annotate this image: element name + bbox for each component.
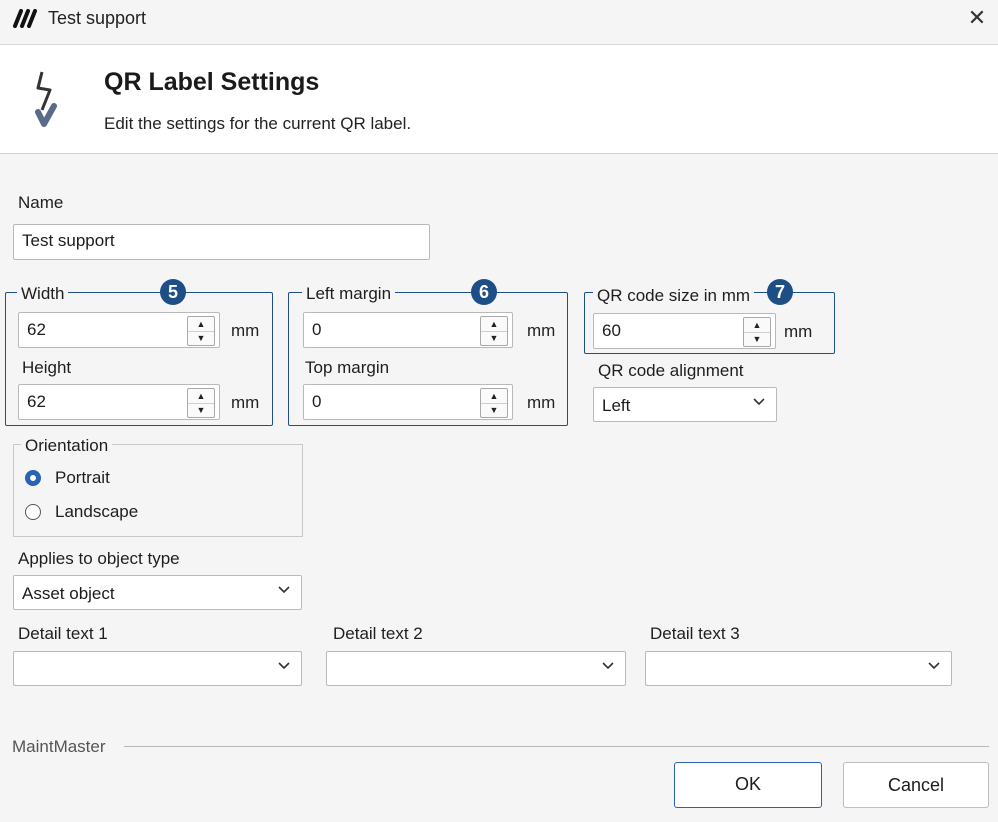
qr-size-label: QR code size in mm xyxy=(593,286,755,306)
object-type-label: Applies to object type xyxy=(18,549,180,568)
qr-alignment-label: QR code alignment xyxy=(598,361,744,380)
spin-down-icon[interactable]: ▼ xyxy=(188,331,214,345)
dialog-header xyxy=(0,45,998,154)
name-label: Name xyxy=(18,193,64,212)
height-value: 62 xyxy=(27,392,46,411)
left-margin-unit: mm xyxy=(527,321,556,340)
chevron-down-icon xyxy=(928,662,940,670)
callout-badge-7: 7 xyxy=(767,279,793,305)
qr-alignment-value: Left xyxy=(602,396,631,415)
width-stepper[interactable]: 62 ▲ ▼ xyxy=(18,312,220,348)
spin-down-icon[interactable]: ▼ xyxy=(481,331,507,345)
width-unit: mm xyxy=(231,321,260,340)
qr-size-unit: mm xyxy=(784,322,813,341)
portrait-radio[interactable] xyxy=(25,470,41,486)
object-type-value: Asset object xyxy=(22,584,115,603)
landscape-radio[interactable] xyxy=(25,504,41,520)
orientation-group xyxy=(13,444,303,537)
window-title: Test support xyxy=(48,8,147,28)
orientation-label: Orientation xyxy=(21,436,113,456)
ok-button[interactable]: OK xyxy=(674,762,822,808)
qr-size-value: 60 xyxy=(602,321,621,340)
top-margin-label: Top margin xyxy=(305,358,390,377)
detail-text-3-label: Detail text 3 xyxy=(650,624,740,643)
title-bar xyxy=(0,0,998,45)
callout-badge-6: 6 xyxy=(471,279,497,305)
height-label: Height xyxy=(22,358,72,377)
spin-up-icon[interactable]: ▲ xyxy=(481,317,507,332)
dialog-title: QR Label Settings xyxy=(104,68,320,96)
app-logo-icon xyxy=(13,9,37,28)
qr-size-spin-arrows[interactable]: ▲ ▼ xyxy=(743,317,771,347)
width-value: 62 xyxy=(27,320,46,339)
spin-up-icon[interactable]: ▲ xyxy=(188,317,214,332)
footer-divider xyxy=(124,746,989,747)
left-margin-spin-arrows[interactable]: ▲ ▼ xyxy=(480,316,508,346)
spin-down-icon[interactable]: ▼ xyxy=(188,403,214,417)
left-margin-value: 0 xyxy=(312,320,322,339)
spin-down-icon[interactable]: ▼ xyxy=(744,332,770,346)
landscape-label[interactable]: Landscape xyxy=(55,502,138,522)
top-margin-value: 0 xyxy=(312,392,322,411)
chevron-down-icon xyxy=(278,586,290,594)
detail-text-2-select[interactable] xyxy=(326,651,626,686)
lightning-bolt-icon xyxy=(35,71,57,127)
height-stepper[interactable]: 62 ▲ ▼ xyxy=(18,384,220,420)
detail-text-3-select[interactable] xyxy=(645,651,952,686)
chevron-down-icon xyxy=(278,662,290,670)
spin-up-icon[interactable]: ▲ xyxy=(188,389,214,404)
spin-down-icon[interactable]: ▼ xyxy=(481,403,507,417)
left-margin-stepper[interactable]: 0 ▲ ▼ xyxy=(303,312,513,348)
width-label: Width xyxy=(17,284,69,304)
spin-up-icon[interactable]: ▲ xyxy=(744,318,770,333)
dialog-subtitle: Edit the settings for the current QR lab… xyxy=(104,114,412,133)
qr-alignment-select[interactable]: Left xyxy=(593,387,777,422)
top-margin-spin-arrows[interactable]: ▲ ▼ xyxy=(480,388,508,418)
detail-text-1-label: Detail text 1 xyxy=(18,624,108,643)
object-type-select[interactable]: Asset object xyxy=(13,575,302,610)
callout-badge-5: 5 xyxy=(160,279,186,305)
close-button[interactable]: ✕ xyxy=(964,5,990,31)
width-spin-arrows[interactable]: ▲ ▼ xyxy=(187,316,215,346)
top-margin-unit: mm xyxy=(527,393,556,412)
chevron-down-icon xyxy=(753,398,765,406)
height-spin-arrows[interactable]: ▲ ▼ xyxy=(187,388,215,418)
chevron-down-icon xyxy=(602,662,614,670)
left-margin-label: Left margin xyxy=(302,284,396,304)
height-unit: mm xyxy=(231,393,260,412)
name-input[interactable]: Test support xyxy=(13,224,430,260)
brand-label: MaintMaster xyxy=(12,737,106,756)
detail-text-2-label: Detail text 2 xyxy=(333,624,423,643)
cancel-button[interactable]: Cancel xyxy=(843,762,989,808)
top-margin-stepper[interactable]: 0 ▲ ▼ xyxy=(303,384,513,420)
detail-text-1-select[interactable] xyxy=(13,651,302,686)
portrait-label[interactable]: Portrait xyxy=(55,468,110,488)
spin-up-icon[interactable]: ▲ xyxy=(481,389,507,404)
qr-size-stepper[interactable]: 60 ▲ ▼ xyxy=(593,313,776,349)
